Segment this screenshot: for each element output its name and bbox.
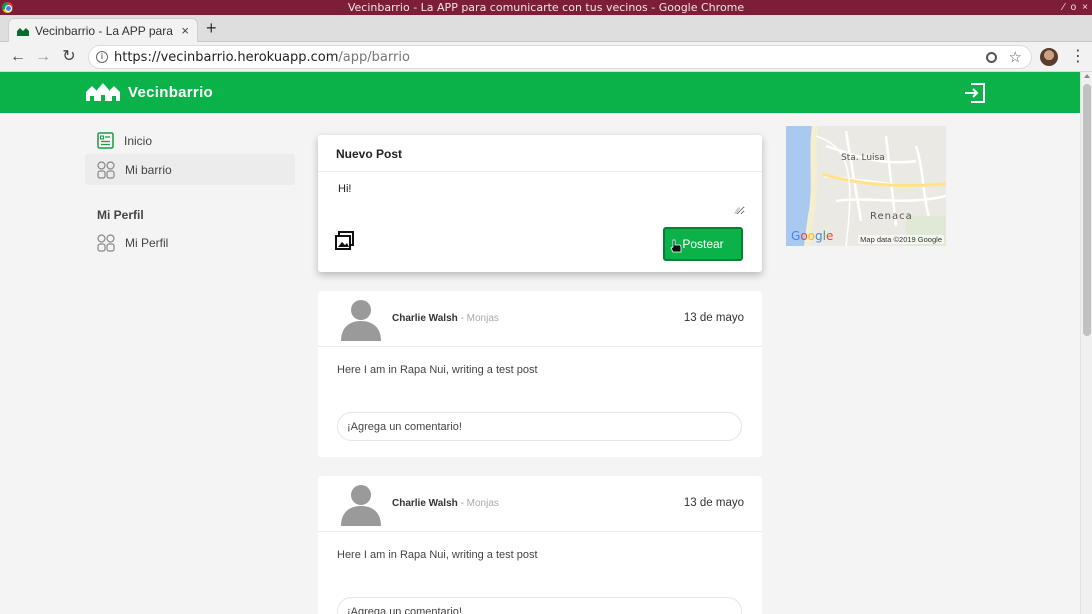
post-card: Charlie Walsh - Monjas 13 de mayo Here I… [318, 291, 762, 457]
window-titlebar: Vecinbarrio - La APP para comunicarte co… [0, 0, 1092, 15]
grid-circles-icon [97, 233, 115, 252]
document-list-icon [97, 132, 114, 149]
post-date: 13 de mayo [683, 497, 744, 509]
site-info-icon[interactable]: i [96, 51, 108, 63]
hand-cursor-icon [670, 239, 682, 253]
close-window-icon[interactable]: × [1082, 0, 1088, 15]
brand-name: Vecinbarrio [128, 83, 214, 101]
new-post-title: Nuevo Post [336, 147, 403, 161]
url-text[interactable]: https://vecinbarrio.herokuapp.com/app/ba… [114, 50, 410, 65]
new-tab-button[interactable]: + [206, 19, 217, 37]
profile-avatar[interactable] [1040, 48, 1058, 66]
back-icon[interactable]: ← [8, 47, 28, 67]
brand[interactable]: Vecinbarrio [86, 83, 213, 101]
bookmark-star-icon[interactable]: ☆ [1009, 48, 1022, 66]
page-scrollbar[interactable] [1080, 72, 1092, 614]
grid-circles-icon [97, 160, 115, 179]
tab-close-icon[interactable]: × [181, 23, 189, 38]
resize-grip-icon[interactable]: ⁄⁄ [736, 206, 739, 216]
location-icon[interactable] [986, 52, 997, 63]
browser-menu-icon[interactable]: ⋮ [1070, 46, 1086, 66]
add-image-icon[interactable] [335, 231, 354, 250]
window-title: Vecinbarrio - La APP para comunicarte co… [347, 1, 745, 14]
comment-input[interactable] [337, 597, 742, 614]
address-bar[interactable]: i https://vecinbarrio.herokuapp.com/app/… [88, 45, 1032, 69]
forward-icon[interactable]: → [33, 47, 53, 67]
author-neighborhood: Monjas [466, 498, 499, 509]
tab-title: Vecinbarrio - La APP para c [35, 24, 175, 38]
vecinbarrio-favicon-icon [17, 28, 29, 36]
author-separator: - [457, 498, 467, 509]
new-post-card: Nuevo Post ⁄⁄ Postear [318, 135, 762, 272]
scroll-up-icon[interactable] [1084, 74, 1090, 78]
divider [318, 171, 762, 172]
neighborhood-map[interactable]: Sta. Luisa Renaca Google Map data ©2019 … [786, 126, 946, 246]
post-card: Charlie Walsh - Monjas 13 de mayo Here I… [318, 476, 762, 614]
logout-icon[interactable] [964, 82, 986, 104]
sidebar-section-heading: Mi Perfil [97, 208, 144, 222]
minimize-icon[interactable]: ⁄ [1063, 0, 1065, 15]
url-host: https://vecinbarrio.herokuapp.com [114, 50, 339, 65]
browser-toolbar: ← → ↻ i https://vecinbarrio.herokuapp.co… [0, 42, 1092, 72]
tab-strip: Vecinbarrio - La APP para c × + [0, 15, 1092, 43]
map-label: Renaca [870, 211, 913, 222]
author-name[interactable]: Charlie Walsh [392, 313, 458, 324]
map-image [786, 126, 946, 246]
scrollbar-thumb[interactable] [1083, 84, 1091, 336]
app-header: Vecinbarrio [0, 72, 1080, 113]
window-controls: ⁄ o × [1063, 0, 1088, 15]
post-author: Charlie Walsh - Monjas [392, 498, 499, 509]
sidebar-item-inicio[interactable]: Inicio [85, 125, 295, 156]
sidebar-item-label: Mi barrio [125, 162, 172, 177]
author-name[interactable]: Charlie Walsh [392, 498, 458, 509]
sidebar-item-mi-perfil[interactable]: Mi Perfil [85, 227, 295, 258]
google-logo: Google [791, 229, 834, 243]
divider [318, 531, 762, 532]
author-separator: - [457, 313, 467, 324]
post-body: Here I am in Rapa Nui, writing a test po… [337, 364, 538, 376]
author-neighborhood: Monjas [466, 313, 499, 324]
post-textarea[interactable] [334, 179, 745, 215]
url-path: /app/barrio [338, 50, 410, 65]
browser-tab[interactable]: Vecinbarrio - La APP para c × [8, 18, 198, 43]
map-label: Sta. Luisa [841, 153, 885, 163]
comment-input[interactable] [337, 412, 742, 441]
reload-icon[interactable]: ↻ [59, 47, 79, 67]
post-author: Charlie Walsh - Monjas [392, 313, 499, 324]
post-body: Here I am in Rapa Nui, writing a test po… [337, 549, 538, 561]
post-date: 13 de mayo [683, 312, 744, 324]
user-avatar-icon [341, 300, 381, 341]
sidebar-item-mi-barrio[interactable]: Mi barrio [85, 154, 295, 185]
user-avatar-icon [341, 485, 381, 526]
houses-logo-icon [86, 83, 120, 101]
maximize-icon[interactable]: o [1071, 0, 1077, 15]
map-attribution[interactable]: Map data ©2019 Google [858, 235, 944, 244]
sidebar-item-label: Inicio [124, 133, 153, 148]
divider [318, 346, 762, 347]
sidebar-item-label: Mi Perfil [125, 235, 169, 250]
